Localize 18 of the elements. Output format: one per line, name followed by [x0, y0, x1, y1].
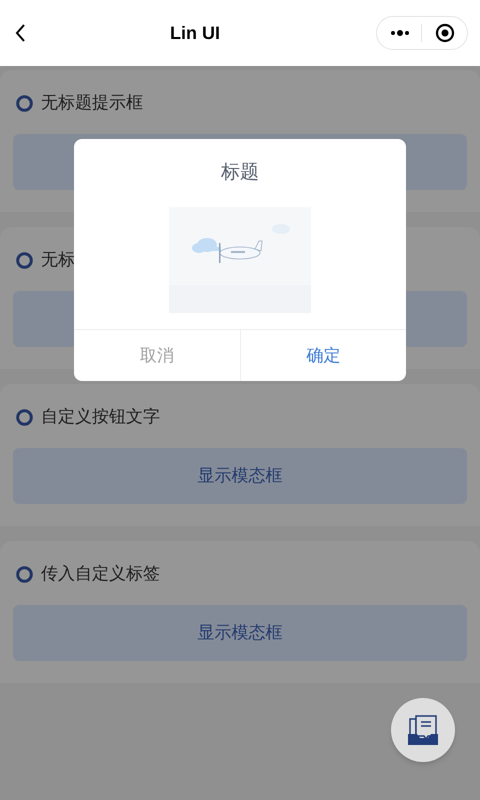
section-title: 自定义按钮文字 [41, 406, 160, 428]
back-icon[interactable] [14, 23, 26, 43]
ring-icon [16, 252, 33, 268]
section-title: 无标 [41, 249, 75, 272]
ring-icon [16, 408, 33, 426]
ring-icon [16, 94, 33, 112]
modal-title: 标题 [221, 160, 259, 185]
show-modal-button[interactable]: 显示模态框 [13, 605, 467, 661]
section-title: 传入自定义标签 [41, 563, 160, 586]
confirm-button[interactable]: 确定 [240, 330, 406, 381]
target-icon[interactable] [435, 23, 455, 43]
page-title: Lin UI [170, 22, 220, 44]
document-tray-icon [407, 714, 439, 746]
show-modal-button[interactable]: 显示模态框 [13, 448, 467, 504]
section-title: 无标题提示框 [41, 92, 143, 114]
more-icon[interactable] [391, 29, 409, 37]
cancel-button[interactable]: 取消 [74, 330, 240, 381]
ring-icon [16, 566, 33, 582]
